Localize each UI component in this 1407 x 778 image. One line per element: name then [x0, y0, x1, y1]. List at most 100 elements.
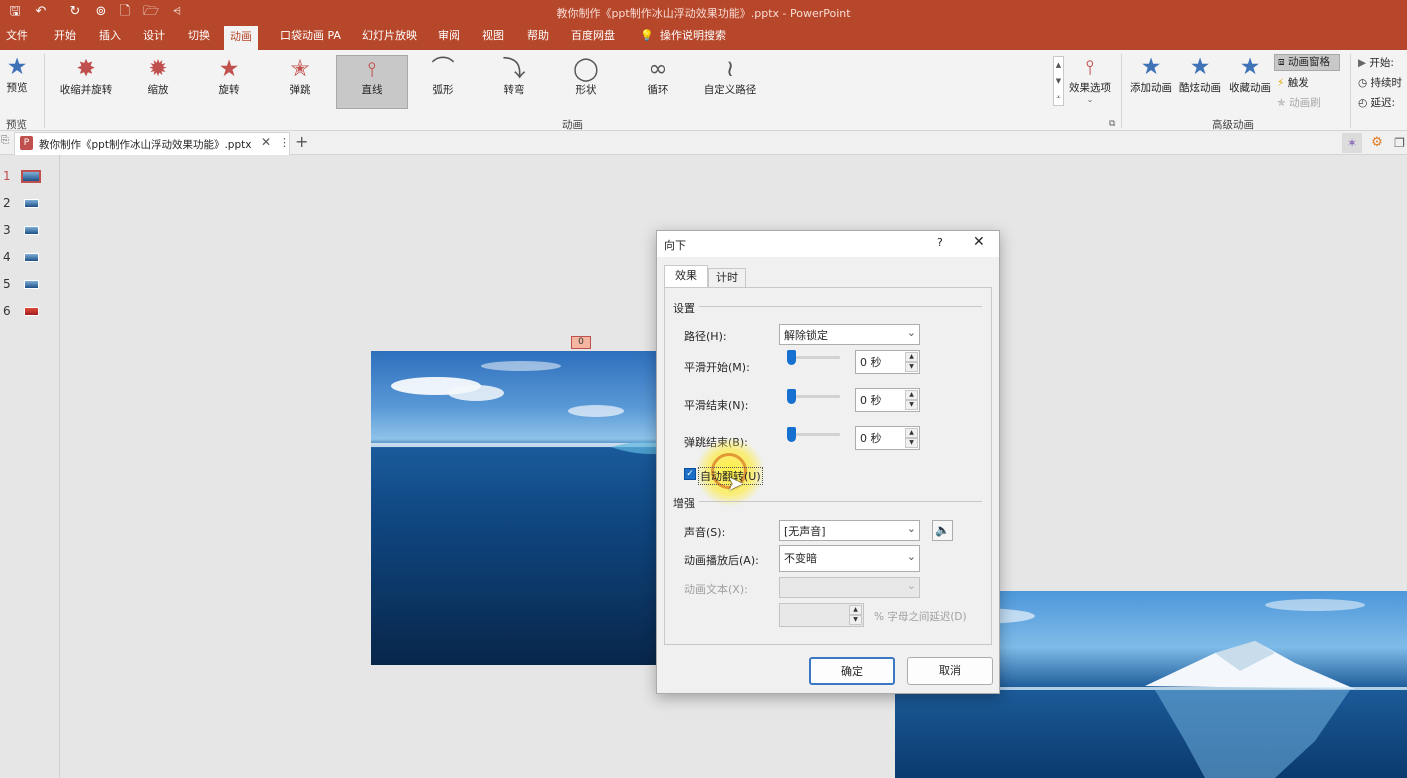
preview-label: 预览: [6, 82, 28, 94]
animation-order-marker[interactable]: 0: [571, 336, 591, 349]
tab-review[interactable]: 审阅: [432, 24, 466, 50]
slide-thumbnail[interactable]: 2: [0, 194, 60, 214]
slide-thumbnail[interactable]: 4: [0, 248, 60, 268]
gallery-scroll[interactable]: ▲ ▼ ⩡: [1053, 56, 1064, 106]
tab-slideshow[interactable]: 幻灯片放映: [356, 24, 423, 50]
add-animation-button[interactable]: ★ 添加动画: [1127, 54, 1175, 95]
slider-thumb[interactable]: [787, 350, 796, 365]
sound-select[interactable]: [无声音] ⌄: [779, 520, 920, 541]
anim-label: 弹跳: [289, 84, 311, 96]
speaker-icon[interactable]: 🔈: [932, 520, 953, 541]
addin-icon[interactable]: ✶: [1342, 133, 1362, 153]
slide-preview: [24, 280, 39, 289]
anim-loop[interactable]: ∞ 循环: [636, 56, 680, 97]
dialog-launcher-icon[interactable]: ⧉: [1109, 119, 1115, 129]
more-icon[interactable]: ⋮: [279, 136, 290, 149]
document-tab-bar: ⎘ P 教你制作《ppt制作冰山浮动效果功能》.pptx ✕ ⋮ + ✶ ⚙ ❐: [0, 131, 1407, 155]
effect-options-button[interactable]: ⫯ 效果选项 ⌄: [1066, 54, 1114, 104]
title-bar: 🖫 ↶ ↻ ⊚ 🗋 🗁 ⩤ 教你制作《ppt制作冰山浮动效果功能》.pptx -…: [0, 0, 1407, 24]
spin-up-icon[interactable]: ▲: [905, 352, 918, 362]
slide-thumbnail[interactable]: 5: [0, 275, 60, 295]
anim-line-selected[interactable]: ⫯ 直线: [336, 55, 408, 109]
spin-down-icon[interactable]: ▼: [905, 438, 918, 448]
anim-shrink-rotate[interactable]: ✸ 收缩并旋转: [56, 56, 116, 97]
tab-help[interactable]: 帮助: [521, 24, 555, 50]
spin-up-icon[interactable]: ▲: [905, 428, 918, 438]
start-setting[interactable]: ▶ 开始:: [1358, 55, 1394, 70]
anim-bounce[interactable]: ✭ 弹跳: [278, 56, 322, 97]
chevron-down-icon: ⌄: [906, 550, 916, 563]
anim-zoom[interactable]: ✹ 缩放: [136, 56, 180, 97]
tab-file[interactable]: 文件: [0, 24, 34, 50]
smooth-start-spinner[interactable]: 0 秒 ▲ ▼: [855, 350, 920, 374]
delay-setting[interactable]: ◴ 延迟:: [1358, 95, 1395, 110]
anim-label: 自定义路径: [703, 84, 757, 96]
document-tab[interactable]: P 教你制作《ppt制作冰山浮动效果功能》.pptx ✕ ⋮: [14, 132, 290, 155]
anim-turn[interactable]: ⤵ 转弯: [492, 56, 536, 97]
anim-shape[interactable]: ◯ 形状: [564, 56, 608, 97]
smooth-end-slider[interactable]: [787, 389, 840, 404]
after-animation-value: 不变暗: [784, 552, 817, 565]
animation-pane-button[interactable]: ⧈ 动画窗格: [1274, 54, 1340, 71]
save-animation-button[interactable]: ★ 收藏动画: [1226, 54, 1274, 95]
path-select[interactable]: 解除锁定 ⌄: [779, 324, 920, 345]
slide-thumbnail[interactable]: 3: [0, 221, 60, 241]
bounce-end-spinner[interactable]: 0 秒 ▲ ▼: [855, 426, 920, 450]
slider-thumb[interactable]: [787, 389, 796, 404]
slide-preview: [24, 253, 39, 262]
smooth-start-slider[interactable]: [787, 350, 840, 365]
auto-reverse-checkbox[interactable]: ✓: [684, 468, 696, 480]
after-animation-select[interactable]: 不变暗 ⌄: [779, 545, 920, 572]
tab-home[interactable]: 开始: [48, 24, 82, 50]
anim-label: 形状: [575, 84, 597, 96]
slide-thumbnail[interactable]: 6: [0, 302, 60, 322]
tell-me-search[interactable]: 操作说明搜索: [654, 24, 732, 50]
bounce-end-value: 0 秒: [860, 432, 882, 445]
delay-label: 延迟:: [1370, 97, 1396, 109]
new-tab-icon[interactable]: +: [295, 132, 308, 151]
iceberg-image-top[interactable]: [371, 351, 661, 665]
line-path-icon: ⫯: [1085, 55, 1095, 79]
clouds-illustration: [371, 361, 661, 455]
duration-setting[interactable]: ◷ 持续时: [1358, 75, 1402, 90]
slide-thumbnail[interactable]: 1: [0, 167, 60, 187]
tab-pocket-animation[interactable]: 口袋动画 PA: [274, 24, 347, 50]
anim-custom-path[interactable]: ≀ 自定义路径: [700, 56, 760, 97]
smooth-end-spinner[interactable]: 0 秒 ▲ ▼: [855, 388, 920, 412]
cool-animation-button[interactable]: ★ 酷炫动画: [1176, 54, 1224, 95]
spin-down-icon[interactable]: ▼: [905, 400, 918, 410]
tab-design[interactable]: 设计: [137, 24, 171, 50]
tab-animations[interactable]: 动画: [224, 26, 258, 50]
tab-view[interactable]: 视图: [476, 24, 510, 50]
slide-number: 1: [3, 169, 11, 183]
tab-transitions[interactable]: 切换: [182, 24, 216, 50]
star-icon: ✭: [290, 56, 310, 82]
duration-label: 持续时: [1370, 77, 1403, 89]
spin-down-icon[interactable]: ▼: [905, 362, 918, 372]
gear-icon[interactable]: ⚙: [1367, 133, 1387, 153]
anim-arc[interactable]: ⌒ 弧形: [421, 56, 465, 97]
slider-thumb[interactable]: [787, 427, 796, 442]
bounce-end-slider[interactable]: [787, 427, 840, 442]
anim-spin[interactable]: ★ 旋转: [207, 56, 251, 97]
cancel-button[interactable]: 取消: [907, 657, 993, 685]
restore-window-icon[interactable]: ❐: [1392, 133, 1407, 153]
animation-painter-button[interactable]: ✯ 动画刷: [1277, 95, 1321, 110]
slide-number: 5: [3, 277, 11, 291]
close-icon[interactable]: ✕: [973, 234, 985, 250]
chevron-down-icon: ⌄: [906, 326, 916, 339]
tab-baidu-netdisk[interactable]: 百度网盘: [565, 24, 621, 50]
tab-effect[interactable]: 效果: [664, 265, 708, 287]
help-button[interactable]: ?: [937, 236, 943, 249]
ribbon-tab-bar: 文件 开始 插入 设计 切换 动画 口袋动画 PA 幻灯片放映 审阅 视图 帮助…: [0, 24, 1407, 50]
motion-path-dialog: 向下 ? ✕ 效果 计时 设置 路径(H): 解除锁定 ⌄ 平滑开始(M): 0…: [656, 230, 1000, 694]
tab-timing[interactable]: 计时: [708, 268, 746, 287]
tab-list-icon[interactable]: ⎘: [1, 135, 9, 146]
spin-up-icon[interactable]: ▲: [905, 390, 918, 400]
tab-insert[interactable]: 插入: [93, 24, 127, 50]
trigger-button[interactable]: ⚡ 触发: [1277, 75, 1309, 90]
preview-button[interactable]: ★ 预览: [3, 54, 31, 95]
close-icon[interactable]: ✕: [261, 135, 271, 149]
ok-button[interactable]: 确定: [809, 657, 895, 685]
line-path-icon: ⫯: [367, 57, 377, 81]
